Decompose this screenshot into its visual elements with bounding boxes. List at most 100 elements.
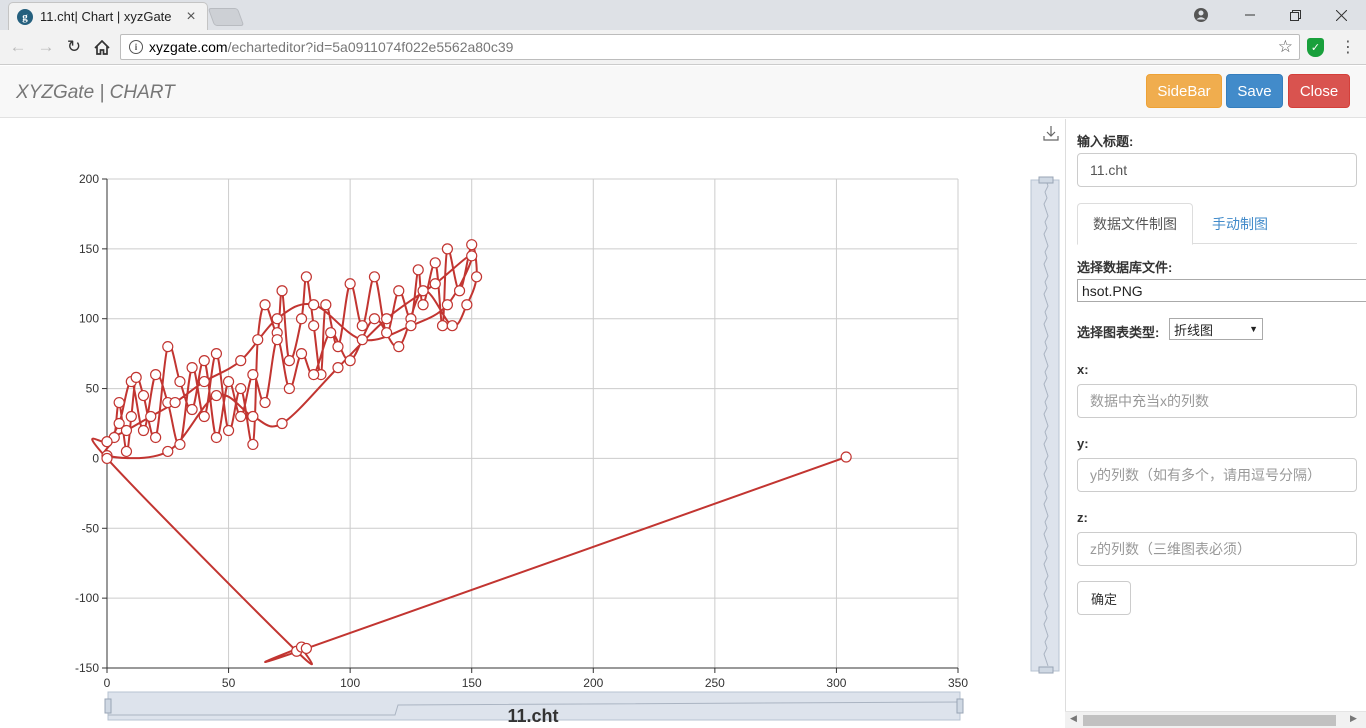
data-point bbox=[461, 299, 473, 311]
data-point bbox=[247, 369, 259, 381]
y-tick-label: -150 bbox=[75, 661, 99, 675]
data-point bbox=[344, 355, 356, 367]
close-button[interactable]: Close bbox=[1288, 74, 1350, 108]
url-host: xyzgate.com bbox=[149, 39, 228, 55]
data-point bbox=[283, 382, 295, 395]
account-icon[interactable] bbox=[1178, 0, 1224, 30]
z-column-input[interactable]: z的列数（三维图表必须） bbox=[1077, 532, 1357, 566]
x-tick-label: 150 bbox=[462, 676, 482, 690]
data-point bbox=[300, 271, 312, 283]
y-tick-label: 0 bbox=[92, 451, 99, 465]
new-tab-button[interactable] bbox=[207, 8, 245, 26]
horizontal-scrollbar[interactable]: ◀ ▶ bbox=[1065, 711, 1366, 728]
data-point bbox=[222, 375, 235, 388]
data-point bbox=[446, 320, 458, 332]
data-point bbox=[150, 369, 162, 381]
data-point bbox=[325, 327, 337, 339]
tab-title: 11.cht| Chart | xyzGate bbox=[40, 9, 172, 24]
browser-menu-icon[interactable]: ⋮ bbox=[1340, 37, 1356, 57]
db-file-input[interactable]: hsot.PNG bbox=[1077, 279, 1366, 302]
forward-arrow-icon[interactable]: → bbox=[34, 36, 58, 58]
chart-type-select[interactable]: 折线图 ▼ bbox=[1169, 318, 1263, 340]
x-tick-label: 300 bbox=[826, 676, 846, 690]
data-point bbox=[125, 410, 137, 423]
site-favicon-icon: g bbox=[17, 8, 33, 25]
data-point bbox=[186, 403, 198, 416]
data-point bbox=[137, 389, 150, 402]
data-point bbox=[210, 348, 223, 360]
data-point bbox=[295, 348, 308, 360]
site-info-icon[interactable]: i bbox=[129, 40, 143, 54]
data-point bbox=[162, 341, 174, 353]
data-point bbox=[174, 438, 186, 451]
data-point bbox=[429, 278, 441, 290]
scrollbar-thumb[interactable] bbox=[1083, 715, 1336, 726]
data-point bbox=[271, 334, 283, 346]
data-point bbox=[247, 438, 259, 451]
sidebar-button[interactable]: SideBar bbox=[1146, 74, 1222, 108]
data-point bbox=[441, 243, 453, 255]
vertical-slider-handle-top bbox=[1038, 176, 1054, 184]
data-point bbox=[120, 445, 133, 458]
save-button[interactable]: Save bbox=[1226, 74, 1283, 108]
horizontal-zoom-slider[interactable]: 11.cht bbox=[104, 691, 964, 726]
close-window-icon[interactable] bbox=[1318, 0, 1364, 30]
data-point bbox=[308, 369, 320, 381]
reload-icon[interactable]: ↻ bbox=[62, 36, 86, 58]
chart-area: 0 50 100 150 200 250 300 350 -150 -100 -50 0 50 100 15… bbox=[0, 119, 1065, 728]
data-point bbox=[381, 327, 393, 339]
tab-data-file[interactable]: 数据文件制图 bbox=[1077, 203, 1193, 245]
x-column-input[interactable]: 数据中充当x的列数 bbox=[1077, 384, 1357, 418]
data-point bbox=[130, 371, 142, 383]
back-arrow-icon[interactable]: ← bbox=[6, 36, 30, 58]
chevron-down-icon: ▼ bbox=[1249, 324, 1258, 334]
x-tick-label: 200 bbox=[583, 676, 603, 690]
minimize-icon[interactable] bbox=[1227, 0, 1273, 30]
x-label: x: bbox=[1077, 362, 1089, 377]
data-point bbox=[222, 424, 235, 437]
data-point bbox=[417, 285, 429, 297]
data-point bbox=[235, 355, 247, 367]
restore-icon[interactable] bbox=[1272, 0, 1318, 30]
data-point bbox=[198, 355, 210, 367]
data-point bbox=[320, 299, 332, 311]
vertical-zoom-slider[interactable] bbox=[1030, 176, 1060, 674]
browser-tab-strip: g 11.cht| Chart | xyzGate × bbox=[0, 0, 1366, 30]
y-column-input[interactable]: y的列数（如有多个，请用逗号分隔） bbox=[1077, 458, 1357, 492]
confirm-button[interactable]: 确定 bbox=[1077, 581, 1131, 615]
download-icon[interactable] bbox=[1043, 125, 1059, 141]
db-file-label: 选择数据库文件: bbox=[1077, 260, 1173, 275]
data-point bbox=[417, 299, 429, 311]
tab-close-icon[interactable]: × bbox=[183, 8, 199, 26]
shield-extension-icon[interactable]: ✓ bbox=[1307, 38, 1324, 57]
home-icon[interactable] bbox=[90, 36, 114, 58]
title-input[interactable]: 11.cht bbox=[1077, 153, 1357, 187]
y-tick-label: 100 bbox=[79, 312, 99, 326]
data-point bbox=[466, 239, 478, 251]
tab-bar: 数据文件制图 手动制图 bbox=[1077, 203, 1357, 245]
bookmark-star-icon[interactable]: ☆ bbox=[1278, 37, 1293, 57]
address-bar: ← → ↻ i xyzgate.com/echarteditor?id=5a09… bbox=[0, 30, 1366, 65]
data-point bbox=[436, 320, 449, 332]
data-point bbox=[368, 271, 381, 283]
url-input[interactable]: i xyzgate.com/echarteditor?id=5a0911074f… bbox=[120, 34, 1300, 60]
data-point bbox=[344, 278, 356, 290]
tab-manual[interactable]: 手动制图 bbox=[1197, 203, 1283, 244]
scroll-left-icon[interactable]: ◀ bbox=[1070, 713, 1077, 724]
side-panel: 输入标题: 11.cht 数据文件制图 手动制图 选择数据库文件: hsot.P… bbox=[1065, 119, 1366, 728]
data-point bbox=[393, 285, 405, 297]
data-point bbox=[186, 362, 198, 374]
browser-tab[interactable]: g 11.cht| Chart | xyzGate × bbox=[8, 2, 208, 30]
data-point bbox=[150, 431, 162, 444]
chart-title: 11.cht bbox=[507, 706, 558, 726]
data-point bbox=[235, 382, 247, 395]
data-point bbox=[840, 451, 852, 463]
data-point bbox=[259, 396, 271, 409]
data-point bbox=[295, 313, 308, 325]
data-point bbox=[405, 320, 417, 332]
scroll-right-icon[interactable]: ▶ bbox=[1350, 713, 1357, 724]
data-point bbox=[441, 299, 453, 311]
line-chart[interactable]: 0 50 100 150 200 250 300 350 -150 -100 -50 0 50 100 15… bbox=[0, 119, 1065, 728]
data-point bbox=[300, 642, 312, 655]
data-point bbox=[235, 410, 247, 423]
